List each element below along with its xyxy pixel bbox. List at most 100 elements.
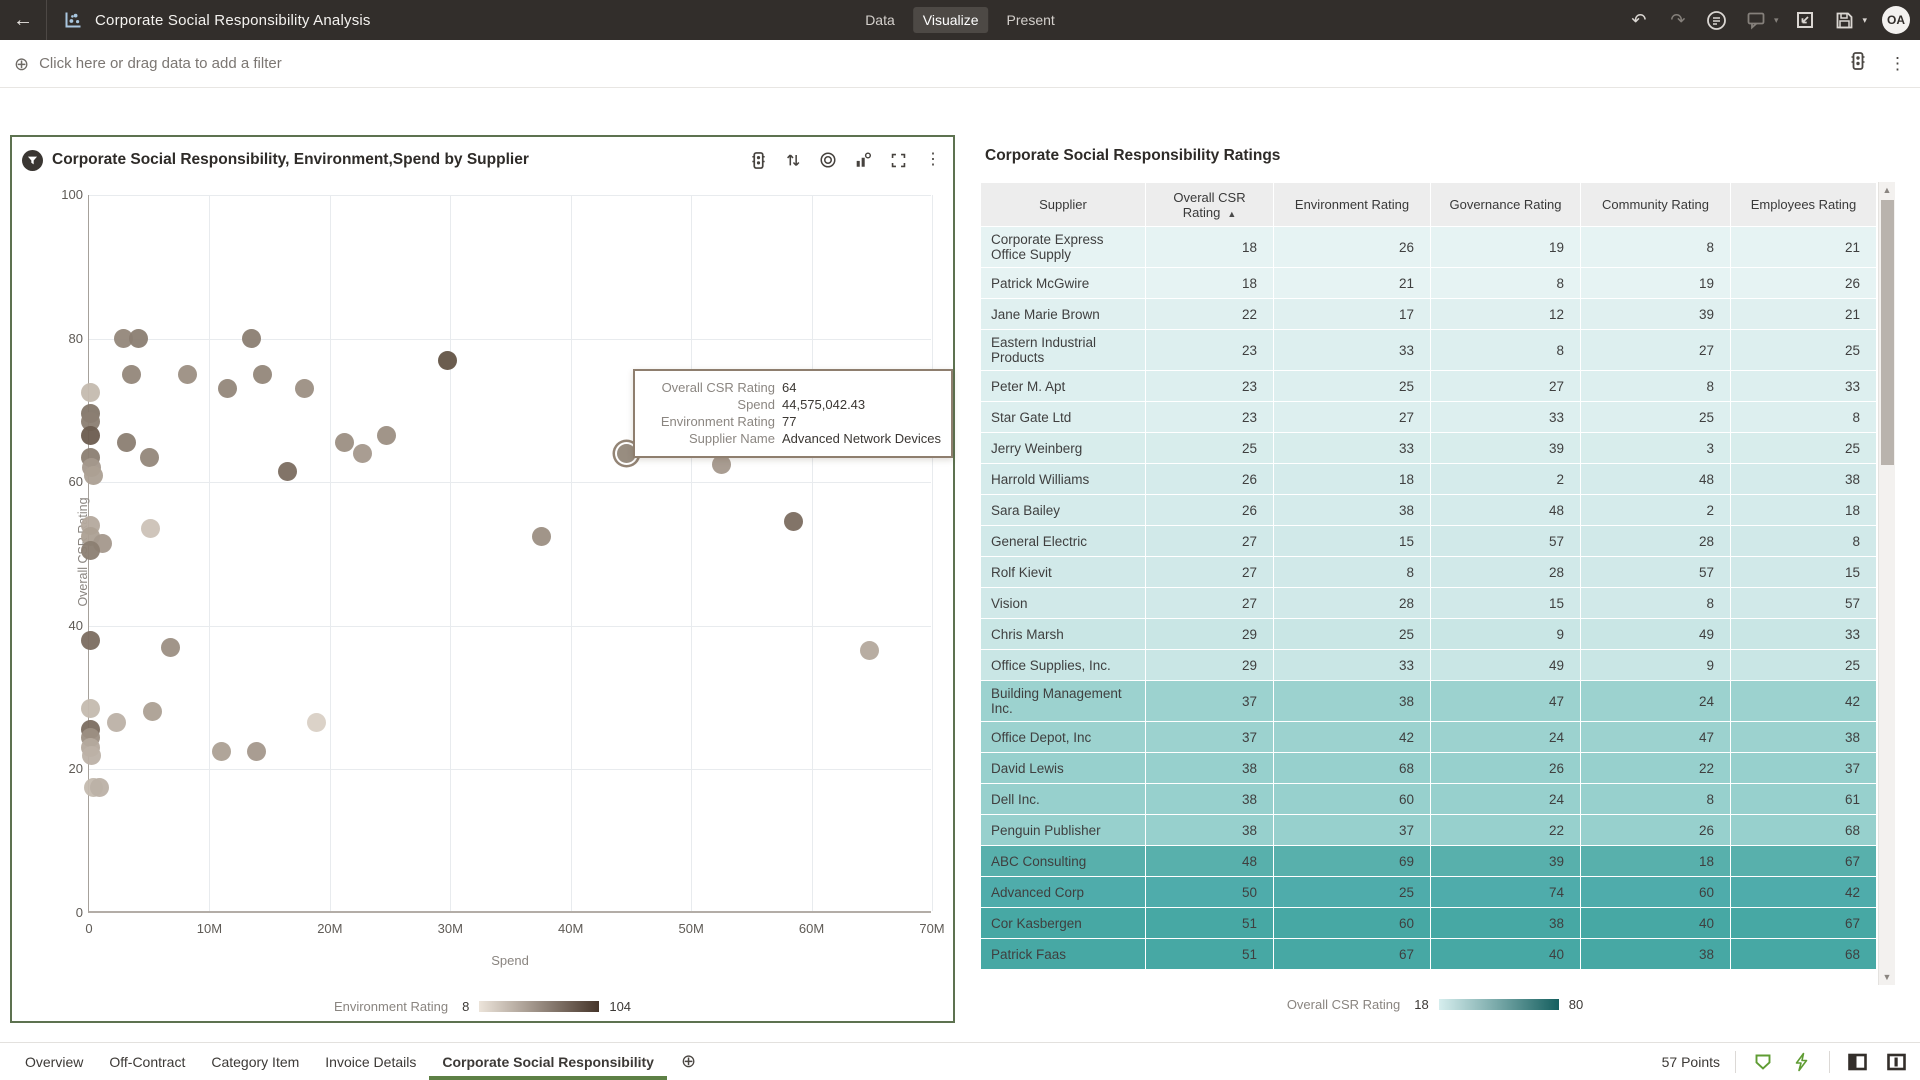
supplier-cell[interactable]: Jerry Weinberg (981, 433, 1146, 464)
rating-cell[interactable]: 38 (1274, 681, 1431, 722)
scatter-point[interactable] (81, 426, 100, 445)
rating-cell[interactable]: 8 (1431, 268, 1581, 299)
rating-cell[interactable]: 33 (1731, 371, 1877, 402)
supplier-cell[interactable]: Star Gate Ltd (981, 402, 1146, 433)
rating-cell[interactable]: 68 (1274, 753, 1431, 784)
rating-cell[interactable]: 38 (1146, 815, 1274, 846)
rating-cell[interactable]: 22 (1581, 753, 1731, 784)
table-row[interactable]: Corporate Express Office Supply182619821 (981, 227, 1877, 268)
rating-cell[interactable]: 27 (1146, 526, 1274, 557)
rating-cell[interactable]: 24 (1431, 722, 1581, 753)
table-row[interactable]: General Electric271557288 (981, 526, 1877, 557)
rating-cell[interactable]: 27 (1431, 371, 1581, 402)
rating-cell[interactable]: 37 (1146, 681, 1274, 722)
rating-cell[interactable]: 69 (1274, 846, 1431, 877)
scatter-point[interactable] (84, 466, 103, 485)
traffic-light-icon[interactable] (748, 150, 768, 170)
rating-cell[interactable]: 19 (1581, 268, 1731, 299)
scatter-point[interactable] (81, 383, 100, 402)
panel-left-toggle-icon[interactable] (1845, 1050, 1869, 1074)
rating-cell[interactable]: 40 (1431, 939, 1581, 970)
scatter-point[interactable] (353, 444, 372, 463)
rating-cell[interactable]: 27 (1274, 402, 1431, 433)
rating-cell[interactable]: 19 (1431, 227, 1581, 268)
rating-cell[interactable]: 2 (1431, 464, 1581, 495)
rating-cell[interactable]: 21 (1731, 227, 1877, 268)
rating-cell[interactable]: 8 (1581, 371, 1731, 402)
scatter-point[interactable] (117, 433, 136, 452)
supplier-cell[interactable]: Patrick Faas (981, 939, 1146, 970)
add-canvas-icon[interactable]: ⊕ (681, 1051, 696, 1072)
rating-cell[interactable]: 8 (1731, 402, 1877, 433)
rating-cell[interactable]: 37 (1146, 722, 1274, 753)
rating-cell[interactable]: 25 (1731, 433, 1877, 464)
table-row[interactable]: Star Gate Ltd232733258 (981, 402, 1877, 433)
table-row[interactable]: Office Supplies, Inc.293349925 (981, 650, 1877, 681)
table-row[interactable]: Building Management Inc.3738472442 (981, 681, 1877, 722)
scatter-point[interactable] (438, 351, 457, 370)
rating-cell[interactable]: 33 (1431, 402, 1581, 433)
rating-cell[interactable]: 39 (1431, 433, 1581, 464)
add-filter-prompt[interactable]: Click here or drag data to add a filter (39, 55, 282, 72)
rating-cell[interactable]: 49 (1581, 619, 1731, 650)
redo-icon[interactable]: ↷ (1666, 8, 1690, 32)
supplier-cell[interactable]: Office Depot, Inc (981, 722, 1146, 753)
rating-cell[interactable]: 29 (1146, 650, 1274, 681)
table-row[interactable]: Patrick Faas5167403868 (981, 939, 1877, 970)
rating-cell[interactable]: 22 (1146, 299, 1274, 330)
supplier-cell[interactable]: Rolf Kievit (981, 557, 1146, 588)
kebab-menu-icon[interactable]: ⋮ (923, 150, 943, 170)
supplier-cell[interactable]: Corporate Express Office Supply (981, 227, 1146, 268)
rating-cell[interactable]: 18 (1731, 495, 1877, 526)
comment-caret-icon[interactable]: ▾ (1774, 15, 1779, 26)
scatter-point[interactable] (247, 742, 266, 761)
canvas-tab-category-item[interactable]: Category Item (198, 1043, 312, 1080)
supplier-cell[interactable]: Eastern Industrial Products (981, 330, 1146, 371)
rating-cell[interactable]: 39 (1431, 846, 1581, 877)
rating-cell[interactable]: 8 (1581, 784, 1731, 815)
rating-cell[interactable]: 8 (1581, 588, 1731, 619)
rating-cell[interactable]: 33 (1274, 650, 1431, 681)
table-row[interactable]: Vision272815857 (981, 588, 1877, 619)
rating-cell[interactable]: 18 (1274, 464, 1431, 495)
supplier-cell[interactable]: Patrick McGwire (981, 268, 1146, 299)
rating-cell[interactable]: 42 (1731, 877, 1877, 908)
presence-icon[interactable] (1705, 8, 1729, 32)
supplier-cell[interactable]: Building Management Inc. (981, 681, 1146, 722)
scatter-point[interactable] (90, 778, 109, 797)
supplier-cell[interactable]: Jane Marie Brown (981, 299, 1146, 330)
rating-cell[interactable]: 23 (1146, 371, 1274, 402)
rating-cell[interactable]: 23 (1146, 402, 1274, 433)
scroll-up-icon[interactable]: ▲ (1879, 185, 1895, 195)
data-brush-icon[interactable] (1751, 1050, 1775, 1074)
scatter-point[interactable] (161, 638, 180, 657)
table-row[interactable]: ABC Consulting4869391867 (981, 846, 1877, 877)
scatter-point[interactable] (141, 519, 160, 538)
rating-cell[interactable]: 38 (1146, 753, 1274, 784)
scatter-point[interactable] (107, 713, 126, 732)
rating-cell[interactable]: 26 (1274, 227, 1431, 268)
mode-tab-present[interactable]: Present (997, 7, 1065, 33)
rating-cell[interactable]: 25 (1731, 650, 1877, 681)
scatter-point[interactable] (377, 426, 396, 445)
scatter-point[interactable] (178, 365, 197, 384)
save-icon[interactable] (1832, 8, 1856, 32)
rating-cell[interactable]: 15 (1731, 557, 1877, 588)
canvas-tab-corporate-social-responsibility[interactable]: Corporate Social Responsibility (429, 1043, 667, 1080)
table-row[interactable]: Dell Inc.386024861 (981, 784, 1877, 815)
column-header[interactable]: Governance Rating (1431, 183, 1581, 227)
table-row[interactable]: Advanced Corp5025746042 (981, 877, 1877, 908)
supplier-cell[interactable]: Chris Marsh (981, 619, 1146, 650)
rating-cell[interactable]: 60 (1581, 877, 1731, 908)
supplier-cell[interactable]: Penguin Publisher (981, 815, 1146, 846)
scatter-point[interactable] (335, 433, 354, 452)
column-header[interactable]: Environment Rating (1274, 183, 1431, 227)
rating-cell[interactable]: 48 (1146, 846, 1274, 877)
scatter-point[interactable] (278, 462, 297, 481)
scatter-point[interactable] (242, 329, 261, 348)
rating-cell[interactable]: 48 (1431, 495, 1581, 526)
rating-cell[interactable]: 18 (1581, 846, 1731, 877)
rating-cell[interactable]: 15 (1274, 526, 1431, 557)
rating-cell[interactable]: 24 (1431, 784, 1581, 815)
rating-cell[interactable]: 37 (1731, 753, 1877, 784)
